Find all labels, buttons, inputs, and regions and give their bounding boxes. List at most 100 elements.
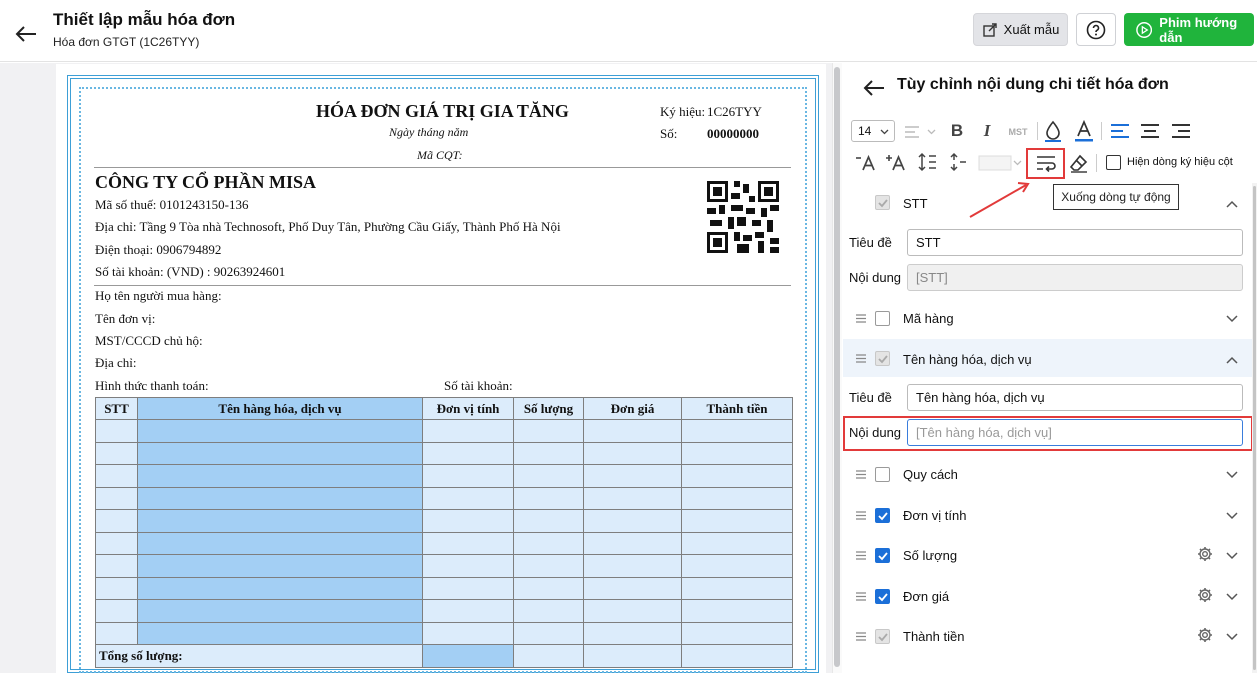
stt-content-label: Nội dung: [849, 270, 902, 285]
drag-handle-icon[interactable]: [856, 632, 866, 641]
buyer-unit-field: Tên đơn vị:: [95, 311, 156, 326]
export-template-button[interactable]: Xuất mẫu: [973, 13, 1068, 46]
col-header-qty[interactable]: Số lượng: [513, 397, 584, 420]
don-gia-checkbox[interactable]: [875, 589, 890, 604]
panel-title: Tùy chỉnh nội dung chi tiết hóa đơn: [897, 76, 1169, 93]
help-icon: [1086, 20, 1106, 39]
drag-handle-icon[interactable]: [856, 314, 866, 323]
table-row: [95, 419, 793, 443]
fill-color-icon[interactable]: [1043, 120, 1063, 142]
don-vi-tinh-checkbox[interactable]: [875, 508, 890, 523]
content-input-highlight: [843, 416, 1253, 451]
col-header-name[interactable]: Tên hàng hóa, dịch vụ: [137, 397, 423, 420]
company-account: Số tài khoản: (VND) : 90263924601: [95, 264, 286, 279]
toolbar-separator: [1101, 122, 1102, 140]
line-height-icon[interactable]: [916, 152, 938, 172]
font-size-select[interactable]: 14: [851, 120, 895, 142]
company-address: Địa chỉ: Tầng 9 Tòa nhà Technosoft, Phố …: [95, 219, 561, 234]
field-so-luong-label: Số lượng: [903, 548, 958, 563]
chevron-down-icon[interactable]: [1226, 633, 1238, 641]
panel-scrollbar-thumb[interactable]: [1253, 186, 1256, 670]
chevron-up-icon[interactable]: [1226, 356, 1238, 364]
align-left-icon[interactable]: [1109, 122, 1131, 140]
thanh-tien-checkbox[interactable]: [875, 629, 890, 644]
toolbar-separator: [1037, 122, 1038, 140]
company-phone: Điện thoại: 0906794892: [95, 242, 222, 257]
chevron-down-icon: [880, 129, 889, 135]
name-title-input[interactable]: Tên hàng hóa, dịch vụ: [907, 384, 1243, 411]
quy-cach-checkbox[interactable]: [875, 467, 890, 482]
show-symbol-row-checkbox[interactable]: [1106, 155, 1121, 170]
ten-hang-checkbox[interactable]: [875, 351, 890, 366]
bold-icon[interactable]: B: [947, 120, 967, 142]
col-header-stt[interactable]: STT: [95, 397, 138, 420]
field-don-vi-tinh-label: Đơn vị tính: [903, 508, 967, 523]
invoice-date: Ngày tháng năm: [389, 125, 469, 139]
drag-handle-icon[interactable]: [856, 551, 866, 560]
number-label: Số:: [660, 126, 678, 141]
chevron-down-icon[interactable]: [1226, 593, 1238, 601]
table-row: [95, 509, 793, 533]
buyer-account-field: Số tài khoản:: [444, 378, 513, 393]
so-luong-checkbox[interactable]: [875, 548, 890, 563]
drag-handle-icon[interactable]: [856, 354, 866, 363]
align-center-icon[interactable]: [1139, 122, 1161, 140]
col-header-amount[interactable]: Thành tiền: [681, 397, 793, 420]
field-quy-cach-label: Quy cách: [903, 467, 958, 482]
ma-hang-checkbox[interactable]: [875, 311, 890, 326]
page-title: Thiết lập mẫu hóa đơn: [53, 10, 236, 29]
name-title-label: Tiêu đề: [849, 390, 892, 405]
line-spacing-dropdown[interactable]: [903, 122, 937, 142]
field-ten-hang-label: Tên hàng hóa, dịch vụ: [903, 352, 1032, 367]
eraser-icon[interactable]: [1068, 152, 1090, 174]
italic-icon[interactable]: I: [977, 120, 997, 142]
company-name: CÔNG TY CỔ PHẦN MISA: [95, 172, 317, 192]
border-style-dropdown[interactable]: [978, 153, 1022, 173]
video-label: Phim hướng dẫn: [1159, 14, 1238, 45]
invoice-cqt: Mã CQT:: [417, 148, 463, 162]
export-icon: [982, 22, 997, 37]
preview-scrollbar-thumb[interactable]: [834, 67, 840, 667]
drag-handle-icon[interactable]: [856, 511, 866, 520]
row-height-icon[interactable]: [946, 152, 968, 172]
invoice-title: HÓA ĐƠN GIÁ TRỊ GIA TĂNG: [316, 101, 569, 121]
total-row: Tổng số lượng:: [95, 644, 793, 668]
show-symbol-row-label: Hiện dòng ký hiệu cột: [1127, 156, 1233, 168]
back-arrow-icon[interactable]: [14, 24, 40, 44]
company-tax-code: Mã số thuế: 0101243150-136: [95, 197, 249, 212]
help-button[interactable]: [1076, 13, 1116, 46]
drag-handle-icon[interactable]: [856, 470, 866, 479]
decrease-font-icon[interactable]: [855, 154, 877, 172]
table-row: [95, 531, 793, 555]
stt-checkbox[interactable]: [875, 195, 890, 210]
divider: [94, 285, 791, 286]
field-ma-hang-label: Mã hàng: [903, 311, 954, 326]
chevron-down-icon[interactable]: [1226, 315, 1238, 323]
header: Thiết lập mẫu hóa đơn Hóa đơn GTGT (1C26…: [0, 0, 1257, 62]
gear-icon[interactable]: [1197, 587, 1213, 603]
font-size-value: 14: [858, 124, 872, 138]
align-right-icon[interactable]: [1170, 122, 1192, 140]
video-guide-button[interactable]: Phim hướng dẫn: [1124, 13, 1254, 46]
buyer-address-field: Địa chỉ:: [95, 355, 137, 370]
table-row: [95, 441, 793, 465]
chevron-down-icon[interactable]: [1226, 552, 1238, 560]
gear-icon[interactable]: [1197, 627, 1213, 643]
stt-content-input[interactable]: [STT]: [907, 264, 1243, 291]
col-header-price[interactable]: Đơn giá: [583, 397, 682, 420]
export-label: Xuất mẫu: [1003, 22, 1060, 37]
chevron-down-icon[interactable]: [1226, 512, 1238, 520]
col-header-unit[interactable]: Đơn vị tính: [422, 397, 514, 420]
symbol-value: 1C26TYY: [707, 104, 762, 119]
chevron-up-icon[interactable]: [1226, 200, 1238, 208]
buyer-name-field: Họ tên người mua hàng:: [95, 288, 222, 303]
drag-handle-icon[interactable]: [856, 592, 866, 601]
mst-format-button[interactable]: MST: [1005, 124, 1031, 140]
stt-title-input[interactable]: STT: [907, 229, 1243, 256]
text-color-icon[interactable]: [1073, 120, 1095, 142]
table-row: [95, 621, 793, 645]
panel-back-arrow-icon[interactable]: [863, 79, 887, 97]
chevron-down-icon[interactable]: [1226, 471, 1238, 479]
increase-font-icon[interactable]: [885, 154, 907, 172]
gear-icon[interactable]: [1197, 546, 1213, 562]
